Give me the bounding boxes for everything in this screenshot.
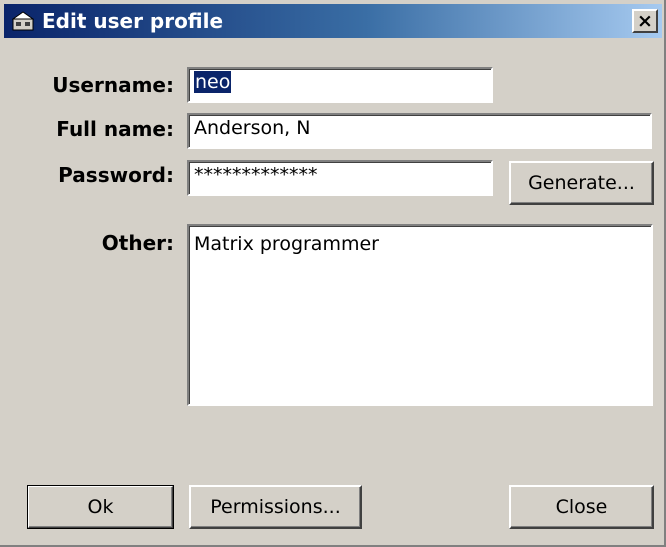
key-icon xyxy=(12,11,34,31)
title-bar[interactable]: Edit user profile × xyxy=(4,4,662,38)
permissions-button[interactable]: Permissions... xyxy=(189,485,362,529)
close-button[interactable]: Close xyxy=(509,485,654,529)
fullname-field[interactable]: Anderson, N xyxy=(187,113,652,149)
generate-password-button[interactable]: Generate... xyxy=(509,161,654,205)
close-window-button[interactable]: × xyxy=(632,9,658,33)
username-label: Username: xyxy=(52,73,174,97)
ok-button[interactable]: Ok xyxy=(27,485,174,529)
window-title: Edit user profile xyxy=(42,9,224,33)
password-field[interactable]: ************* xyxy=(187,160,493,196)
other-textarea[interactable]: Matrix programmer xyxy=(187,224,653,406)
password-label: Password: xyxy=(58,163,174,187)
username-field[interactable]: neo xyxy=(187,67,493,103)
fullname-label: Full name: xyxy=(56,117,174,141)
other-label: Other: xyxy=(101,231,174,255)
username-value: neo xyxy=(194,71,232,93)
edit-user-profile-dialog: Edit user profile × Username: neo Full n… xyxy=(0,0,666,547)
